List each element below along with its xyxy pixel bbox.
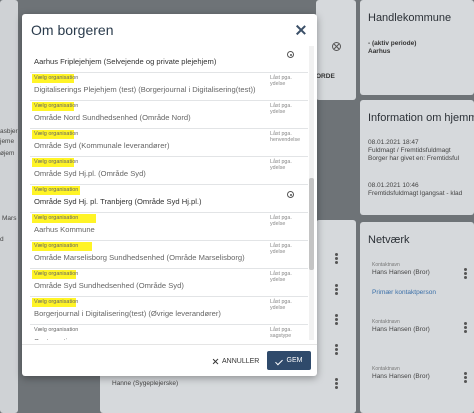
handlekommune-period: - (aktiv periode) [368, 40, 417, 47]
more-icon[interactable] [335, 314, 338, 325]
organisation-name: Område Nord Sundhedsenhed (Område Nord) [34, 113, 191, 122]
save-label: GEM [286, 357, 303, 364]
netvaerk-title: Netværk [368, 234, 410, 246]
lock-status: Låst pga. ydelse [270, 271, 292, 283]
organisation-entry[interactable]: Vælg organisation Område Syd Sundhedsenhe… [30, 270, 308, 297]
organisation-entry[interactable]: Vælg organisation Aarhus Kommune Låst pga.… [30, 214, 308, 241]
more-icon[interactable] [335, 344, 338, 355]
cancel-button[interactable]: ANNULLER [212, 354, 259, 368]
lock-status: Låst pga. ydelse [270, 159, 292, 171]
handlekommune-value: Aarhus [368, 48, 391, 55]
info-text: Fuldmagt / Fremtidsfuldmagt [368, 147, 451, 154]
organisation-name: Område Syd (Kommunale leverandører) [34, 141, 170, 150]
primary-contact-link[interactable]: Primær kontaktperson [372, 289, 436, 296]
left-text: Mars [2, 215, 17, 222]
mid-card: ORDE [316, 0, 356, 100]
left-text: asbjer [0, 128, 18, 135]
organisation-field-label: Vælg organisation [34, 243, 79, 249]
organisation-name: Systematic [34, 337, 71, 340]
organisation-entry[interactable]: Vælg organisation Område Marselisborg Sun… [30, 242, 308, 269]
organisation-field-label: Vælg organisation [34, 215, 79, 221]
organisation-field-label: Vælg organisation [34, 271, 79, 277]
scrollbar[interactable] [309, 46, 314, 340]
organisation-name: Aarhus Friplejehjem (Selvejende og priva… [34, 57, 217, 66]
organisation-field-label: Vælg organisation [34, 327, 79, 333]
organisation-name: Digitaliserings Plejehjem (test) (Borger… [34, 85, 256, 94]
organisation-entry[interactable]: Vælg organisation Område Syd (Kommunale l… [30, 130, 308, 157]
contact-name: Hans Hansen (Bror) [372, 326, 430, 333]
info-date: 08.01.2021 18:47 [368, 139, 419, 146]
contact-label: Kontaktnavn [372, 262, 400, 268]
cancel-label: ANNULLER [222, 357, 260, 365]
info-card: Information om hjemme 08.01.2021 18:47 F… [360, 100, 474, 215]
more-icon[interactable] [464, 322, 467, 333]
close-icon[interactable] [295, 24, 307, 36]
save-button[interactable]: GEM [267, 351, 311, 370]
organisation-entry[interactable]: Vælg organisation Område Nord Sundhedsenh… [30, 102, 308, 129]
remove-icon[interactable] [332, 42, 341, 51]
organisation-entry[interactable]: Vælg organisation Systematic Låst pga. sag… [30, 326, 308, 340]
organisation-field-label: Vælg organisation [34, 75, 79, 81]
organisation-name: Aarhus Kommune [34, 225, 95, 234]
left-text: d [0, 236, 4, 243]
more-icon[interactable] [335, 284, 338, 295]
lock-status: Låst pga. ydelse [270, 103, 292, 115]
check-icon [276, 358, 284, 364]
organisation-entry[interactable]: Aarhus Friplejehjem (Selvejende og priva… [30, 46, 308, 73]
lock-status: Låst pga. sagstype [270, 327, 292, 339]
more-icon[interactable] [335, 253, 338, 264]
organisation-name: Område Syd Hj.pl. (Område Syd) [34, 169, 146, 178]
organisation-name: Område Syd Hj. pl. Tranbjerg (Område Syd… [34, 197, 202, 206]
organisation-list: Aarhus Friplejehjem (Selvejende og priva… [30, 46, 312, 340]
info-text: Fremtidsfuldmagt lgangsat - klad [368, 190, 463, 197]
netvaerk-card: Netværk Kontaktnavn Hans Hansen (Bror) P… [360, 222, 474, 413]
left-text: øjem [0, 150, 15, 157]
bottom-card: Hanne (Sygeplejerske) [100, 372, 356, 413]
more-icon[interactable] [464, 372, 467, 383]
close-icon [212, 358, 219, 365]
organisation-field-label: Vælg organisation [34, 103, 79, 109]
bottom-text: Hanne (Sygeplejerske) [112, 380, 179, 387]
handlekommune-title: Handlekommune [368, 12, 452, 24]
dialog-title: Om borgeren [31, 22, 114, 38]
info-text: Borger har givet en: Fremtidsful [368, 155, 460, 162]
om-borgeren-dialog: Om borgeren Aarhus Friplejehjem (Selveje… [22, 14, 317, 376]
organisation-field-label: Vælg organisation [34, 159, 79, 165]
lock-status: Låst pga. ydelse [270, 75, 292, 87]
contact-name: Hans Hansen (Bror) [372, 269, 430, 276]
more-icon[interactable] [464, 268, 467, 279]
organisation-entry[interactable]: Vælg organisation Område Syd Hj.pl. (Områ… [30, 158, 308, 185]
lock-status: Låst pga. ydelse [270, 299, 292, 311]
scrollbar-thumb[interactable] [309, 178, 314, 270]
handlekommune-card: Handlekommune - (aktiv periode) Aarhus [360, 0, 474, 95]
organisation-field-label: Vælg organisation [34, 187, 79, 193]
contact-label: Kontaktnavn [372, 366, 400, 372]
mid-button-label[interactable]: ORDE [316, 73, 335, 80]
more-icon[interactable] [335, 378, 338, 389]
dialog-footer: ANNULLER GEM [22, 344, 317, 376]
organisation-name: Område Syd Sundhedsenhed (Område Syd) [34, 281, 184, 290]
contact-name: Hans Hansen (Bror) [372, 373, 430, 380]
organisation-entry[interactable]: Vælg organisation Borgerjournal i Digital… [30, 298, 308, 325]
left-text: jeme [0, 138, 15, 145]
lock-status: Låst pga. ydelse [270, 243, 292, 255]
contact-label: Kontaktnavn [372, 319, 400, 325]
organisation-name: Område Marselisborg Sundhedsenhed (Områd… [34, 253, 245, 262]
remove-icon[interactable] [287, 191, 294, 198]
organisation-entry[interactable]: Vælg organisation Digitaliserings Plejehj… [30, 74, 308, 101]
organisation-name: Borgerjournal i Digitalisering(test) (Øv… [34, 309, 221, 318]
dialog-header: Om borgeren [22, 14, 317, 46]
organisation-entry[interactable]: Vælg organisation Område Syd Hj. pl. Tran… [30, 186, 308, 213]
organisation-field-label: Vælg organisation [34, 131, 79, 137]
organisation-field-label: Vælg organisation [34, 299, 79, 305]
info-title: Information om hjemme [368, 112, 474, 124]
remove-icon[interactable] [287, 51, 294, 58]
lock-status: Låst pga. henvendelse [270, 131, 301, 143]
left-panel: asbjer jeme øjem Mars d [0, 0, 18, 413]
info-date: 08.01.2021 10:46 [368, 182, 419, 189]
lock-status: Låst pga. ydelse [270, 215, 292, 227]
